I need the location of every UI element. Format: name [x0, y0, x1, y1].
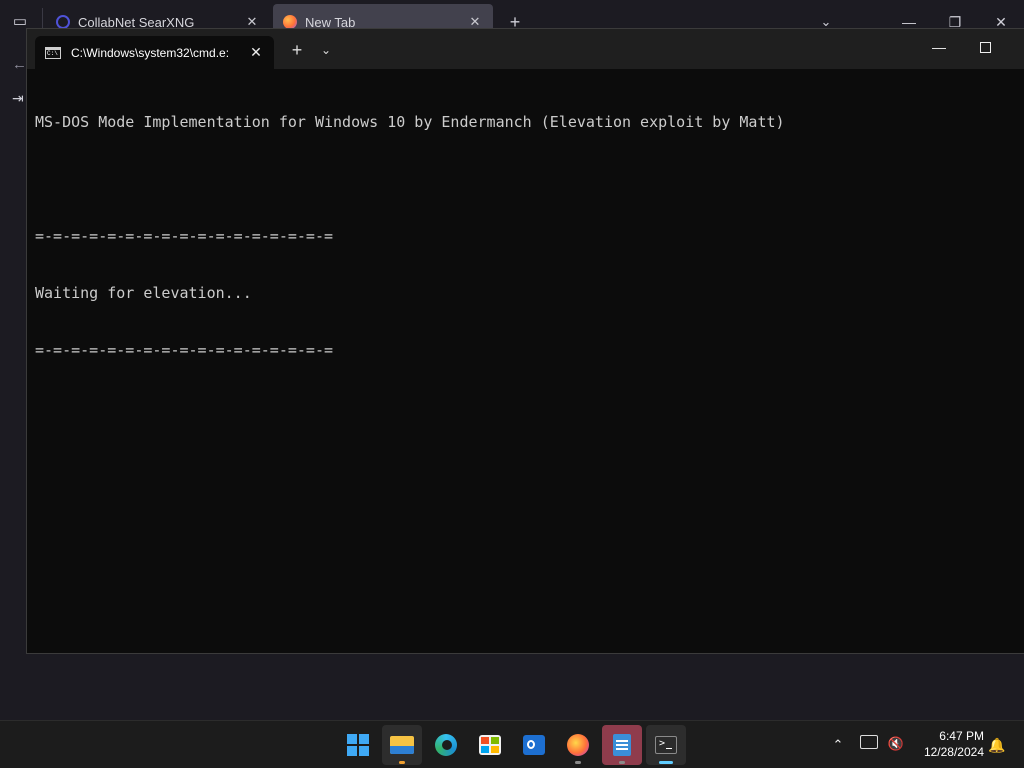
running-indicator	[575, 761, 581, 764]
firefox-favicon-icon	[283, 15, 297, 29]
back-arrow-icon[interactable]: ←	[12, 56, 27, 73]
notepad-button[interactable]	[602, 725, 642, 765]
browser-content-area	[0, 654, 1024, 720]
show-hidden-icons-button[interactable]: ⌃	[828, 735, 848, 755]
chevron-down-icon[interactable]: ⌄	[315, 39, 337, 61]
terminal-button[interactable]	[646, 725, 686, 765]
terminal-maximize-button[interactable]	[969, 35, 1001, 59]
cmd-icon	[45, 46, 61, 59]
edge-button[interactable]	[426, 725, 466, 765]
running-indicator	[619, 761, 625, 764]
network-icon[interactable]	[860, 735, 878, 749]
store-icon	[479, 735, 501, 755]
store-button[interactable]	[470, 725, 510, 765]
notepad-icon	[613, 734, 631, 756]
close-icon[interactable]: ✕	[248, 44, 264, 61]
terminal-output[interactable]: MS-DOS Mode Implementation for Windows 1…	[35, 75, 1024, 645]
terminal-tab-cmd[interactable]: C:\Windows\system32\cmd.e: ✕	[35, 36, 274, 69]
active-indicator	[659, 761, 673, 764]
terminal-line: Waiting for elevation...	[35, 284, 252, 302]
terminal-line: =-=-=-=-=-=-=-=-=-=-=-=-=-=-=-=-=	[35, 227, 334, 245]
firefox-button[interactable]	[558, 725, 598, 765]
terminal-window: C:\Windows\system32\cmd.e: ✕ + ⌄ — MS-DO…	[26, 28, 1024, 654]
maximize-icon	[979, 42, 991, 53]
login-icon[interactable]: ⇥	[12, 90, 24, 107]
terminal-tab-title: C:\Windows\system32\cmd.e:	[71, 45, 230, 60]
terminal-line: =-=-=-=-=-=-=-=-=-=-=-=-=-=-=-=-=	[35, 341, 334, 359]
taskbar: ⌃ 🔇 6:47 PM 12/28/2024 🔔	[0, 720, 1024, 768]
folder-icon	[390, 736, 414, 754]
terminal-new-tab-button[interactable]: +	[286, 39, 308, 61]
clock-date: 12/28/2024	[923, 745, 984, 759]
terminal-line: MS-DOS Mode Implementation for Windows 1…	[35, 113, 785, 131]
outlook-button[interactable]	[514, 725, 554, 765]
terminal-icon	[655, 736, 677, 754]
clock-time: 6:47 PM	[939, 729, 984, 743]
edge-icon	[435, 734, 457, 756]
firefox-icon	[567, 734, 589, 756]
clock[interactable]: 6:47 PM 12/28/2024	[914, 728, 984, 760]
search-favicon-icon	[56, 15, 70, 29]
file-explorer-button[interactable]	[382, 725, 422, 765]
outlook-icon	[523, 735, 545, 755]
running-indicator	[399, 761, 405, 764]
volume-muted-icon[interactable]: 🔇	[886, 734, 906, 754]
windows-logo-icon	[347, 734, 369, 756]
terminal-titlebar: C:\Windows\system32\cmd.e: ✕ + ⌄ —	[27, 29, 1024, 69]
notification-bell-icon[interactable]: 🔔	[988, 735, 1005, 755]
start-button[interactable]	[338, 725, 378, 765]
terminal-minimize-button[interactable]: —	[923, 35, 955, 59]
